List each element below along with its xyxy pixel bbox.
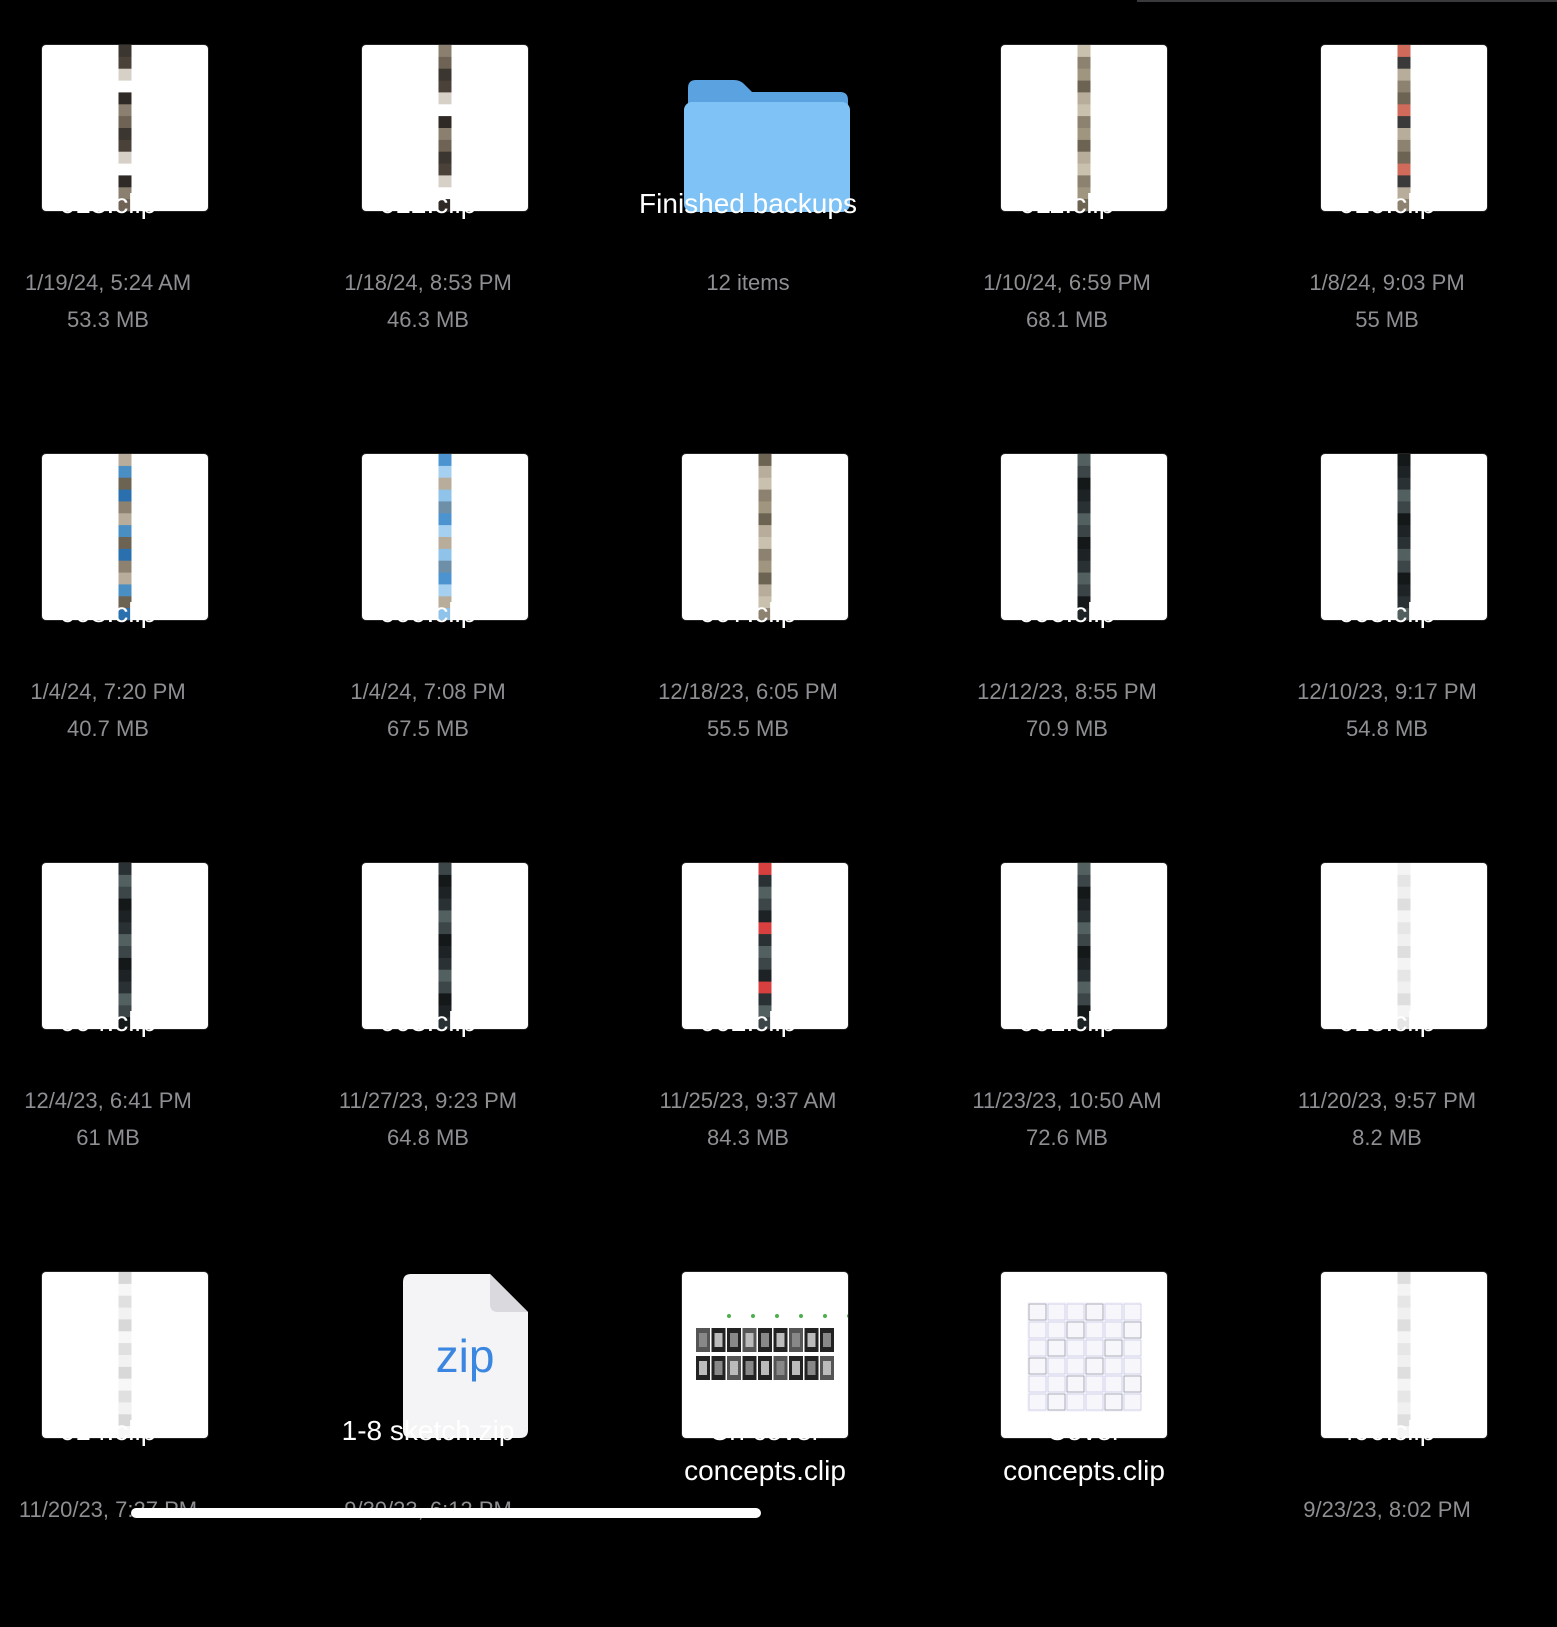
file-item[interactable]: Finished backups 12 items bbox=[598, 0, 898, 400]
home-indicator[interactable] bbox=[131, 1508, 761, 1518]
file-name: 010.clip bbox=[1338, 188, 1436, 219]
file-date: 11/20/23, 9:57 PM bbox=[1297, 1088, 1477, 1113]
file-name: 012.clip bbox=[379, 188, 477, 219]
file-size: 54.8 MB bbox=[1346, 716, 1428, 741]
window-edge bbox=[1137, 0, 1557, 2]
file-item[interactable]: zip 1-8 sketch.zip9/30/23, 6:12 PM bbox=[278, 1227, 578, 1627]
file-item[interactable]: 490.clip 9/23/23, 8:02 PM bbox=[1237, 1227, 1537, 1627]
file-name: 015.clip bbox=[1338, 1006, 1436, 1037]
file-size: 61 MB bbox=[76, 1125, 140, 1150]
file-item[interactable]: 009.clip 1/4/24, 7:08 PM 67.5 MB bbox=[278, 409, 578, 809]
file-item[interactable]: 007.clip 12/18/23, 6:05 PM 55.5 MB bbox=[598, 409, 898, 809]
file-size: 55 MB bbox=[1355, 307, 1419, 332]
file-date: 1/18/24, 8:53 PM bbox=[344, 270, 512, 295]
file-date: 12 items bbox=[706, 270, 790, 295]
file-name: 005.clip bbox=[1338, 597, 1436, 628]
file-name: 011.clip bbox=[1019, 188, 1115, 219]
file-name: 007.clip bbox=[699, 597, 797, 628]
file-item[interactable]: 003.clip 11/27/23, 9:23 PM 64.8 MB bbox=[278, 818, 578, 1218]
file-date: 12/18/23, 6:05 PM bbox=[658, 679, 838, 704]
file-size: 64.8 MB bbox=[387, 1125, 469, 1150]
file-size: 53.3 MB bbox=[67, 307, 149, 332]
file-item[interactable]: 008.clip 1/4/24, 7:20 PM 40.7 MB bbox=[0, 409, 258, 809]
file-date: 1/4/24, 7:08 PM bbox=[350, 679, 506, 704]
file-item[interactable]: 014.clip 11/20/23, 7:27 PM bbox=[0, 1227, 258, 1627]
file-name: 008.clip bbox=[59, 597, 157, 628]
file-date: 12/4/23, 6:41 PM bbox=[24, 1088, 192, 1113]
file-name: 002.clip bbox=[699, 1006, 797, 1037]
file-item[interactable]: 001.clip 11/23/23, 10:50 AM 72.6 MB bbox=[917, 818, 1217, 1218]
file-date: 1/19/24, 5:24 AM bbox=[24, 270, 192, 295]
file-name: Ch cover concepts.clip bbox=[684, 1415, 846, 1486]
file-name: 490.clip bbox=[1338, 1415, 1436, 1446]
file-item[interactable]: 011.clip 1/10/24, 6:59 PM 68.1 MB bbox=[917, 0, 1217, 400]
file-item[interactable]: 004.clip 12/4/23, 6:41 PM 61 MB bbox=[0, 818, 258, 1218]
file-name: 014.clip bbox=[59, 1415, 157, 1446]
file-date: 9/23/23, 8:02 PM bbox=[1303, 1497, 1471, 1522]
file-name: 004.clip bbox=[59, 1006, 157, 1037]
file-item[interactable]: Ch cover concepts.clip bbox=[598, 1227, 898, 1627]
file-item[interactable]: 002.clip 11/25/23, 9:37 AM 84.3 MB bbox=[598, 818, 898, 1218]
file-size: 55.5 MB bbox=[707, 716, 789, 741]
file-date: 11/25/23, 9:37 AM bbox=[659, 1088, 837, 1113]
file-name: Finished backups bbox=[639, 188, 857, 219]
svg-text:zip: zip bbox=[436, 1330, 495, 1382]
file-size: 67.5 MB bbox=[387, 716, 469, 741]
file-date: 11/27/23, 9:23 PM bbox=[338, 1088, 518, 1113]
file-size: 46.3 MB bbox=[387, 307, 469, 332]
file-item[interactable]: Cover concepts.clip bbox=[917, 1227, 1217, 1627]
file-name: Cover concepts.clip bbox=[1003, 1415, 1165, 1486]
file-item[interactable]: 015.clip 11/20/23, 9:57 PM 8.2 MB bbox=[1237, 818, 1537, 1218]
file-date: 1/4/24, 7:20 PM bbox=[30, 679, 186, 704]
file-date: 12/10/23, 9:17 PM bbox=[1297, 679, 1477, 704]
file-name: 1-8 sketch.zip bbox=[341, 1415, 515, 1446]
file-size: 72.6 MB bbox=[1026, 1125, 1108, 1150]
file-size: 68.1 MB bbox=[1026, 307, 1108, 332]
file-item[interactable]: 010.clip 1/8/24, 9:03 PM 55 MB bbox=[1237, 0, 1537, 400]
file-name: 006.clip bbox=[1018, 597, 1116, 628]
file-name: 001.clip bbox=[1018, 1006, 1116, 1037]
file-grid: 013.clip 1/19/24, 5:24 AM 53.3 MB 012.clip 1… bbox=[0, 0, 1557, 1535]
file-size: 84.3 MB bbox=[707, 1125, 789, 1150]
file-name: 003.clip bbox=[379, 1006, 477, 1037]
file-date: 1/10/24, 6:59 PM bbox=[983, 270, 1151, 295]
file-name: 013.clip bbox=[59, 188, 157, 219]
file-item[interactable]: 005.clip 12/10/23, 9:17 PM 54.8 MB bbox=[1237, 409, 1537, 809]
file-item[interactable]: 012.clip 1/18/24, 8:53 PM 46.3 MB bbox=[278, 0, 578, 400]
file-name: 009.clip bbox=[379, 597, 477, 628]
file-date: 11/23/23, 10:50 AM bbox=[972, 1088, 1162, 1113]
file-date: 1/8/24, 9:03 PM bbox=[1309, 270, 1465, 295]
file-size: 8.2 MB bbox=[1352, 1125, 1422, 1150]
file-date: 12/12/23, 8:55 PM bbox=[977, 679, 1157, 704]
file-item[interactable]: 013.clip 1/19/24, 5:24 AM 53.3 MB bbox=[0, 0, 258, 400]
file-item[interactable]: 006.clip 12/12/23, 8:55 PM 70.9 MB bbox=[917, 409, 1217, 809]
file-size: 70.9 MB bbox=[1026, 716, 1108, 741]
file-size: 40.7 MB bbox=[67, 716, 149, 741]
